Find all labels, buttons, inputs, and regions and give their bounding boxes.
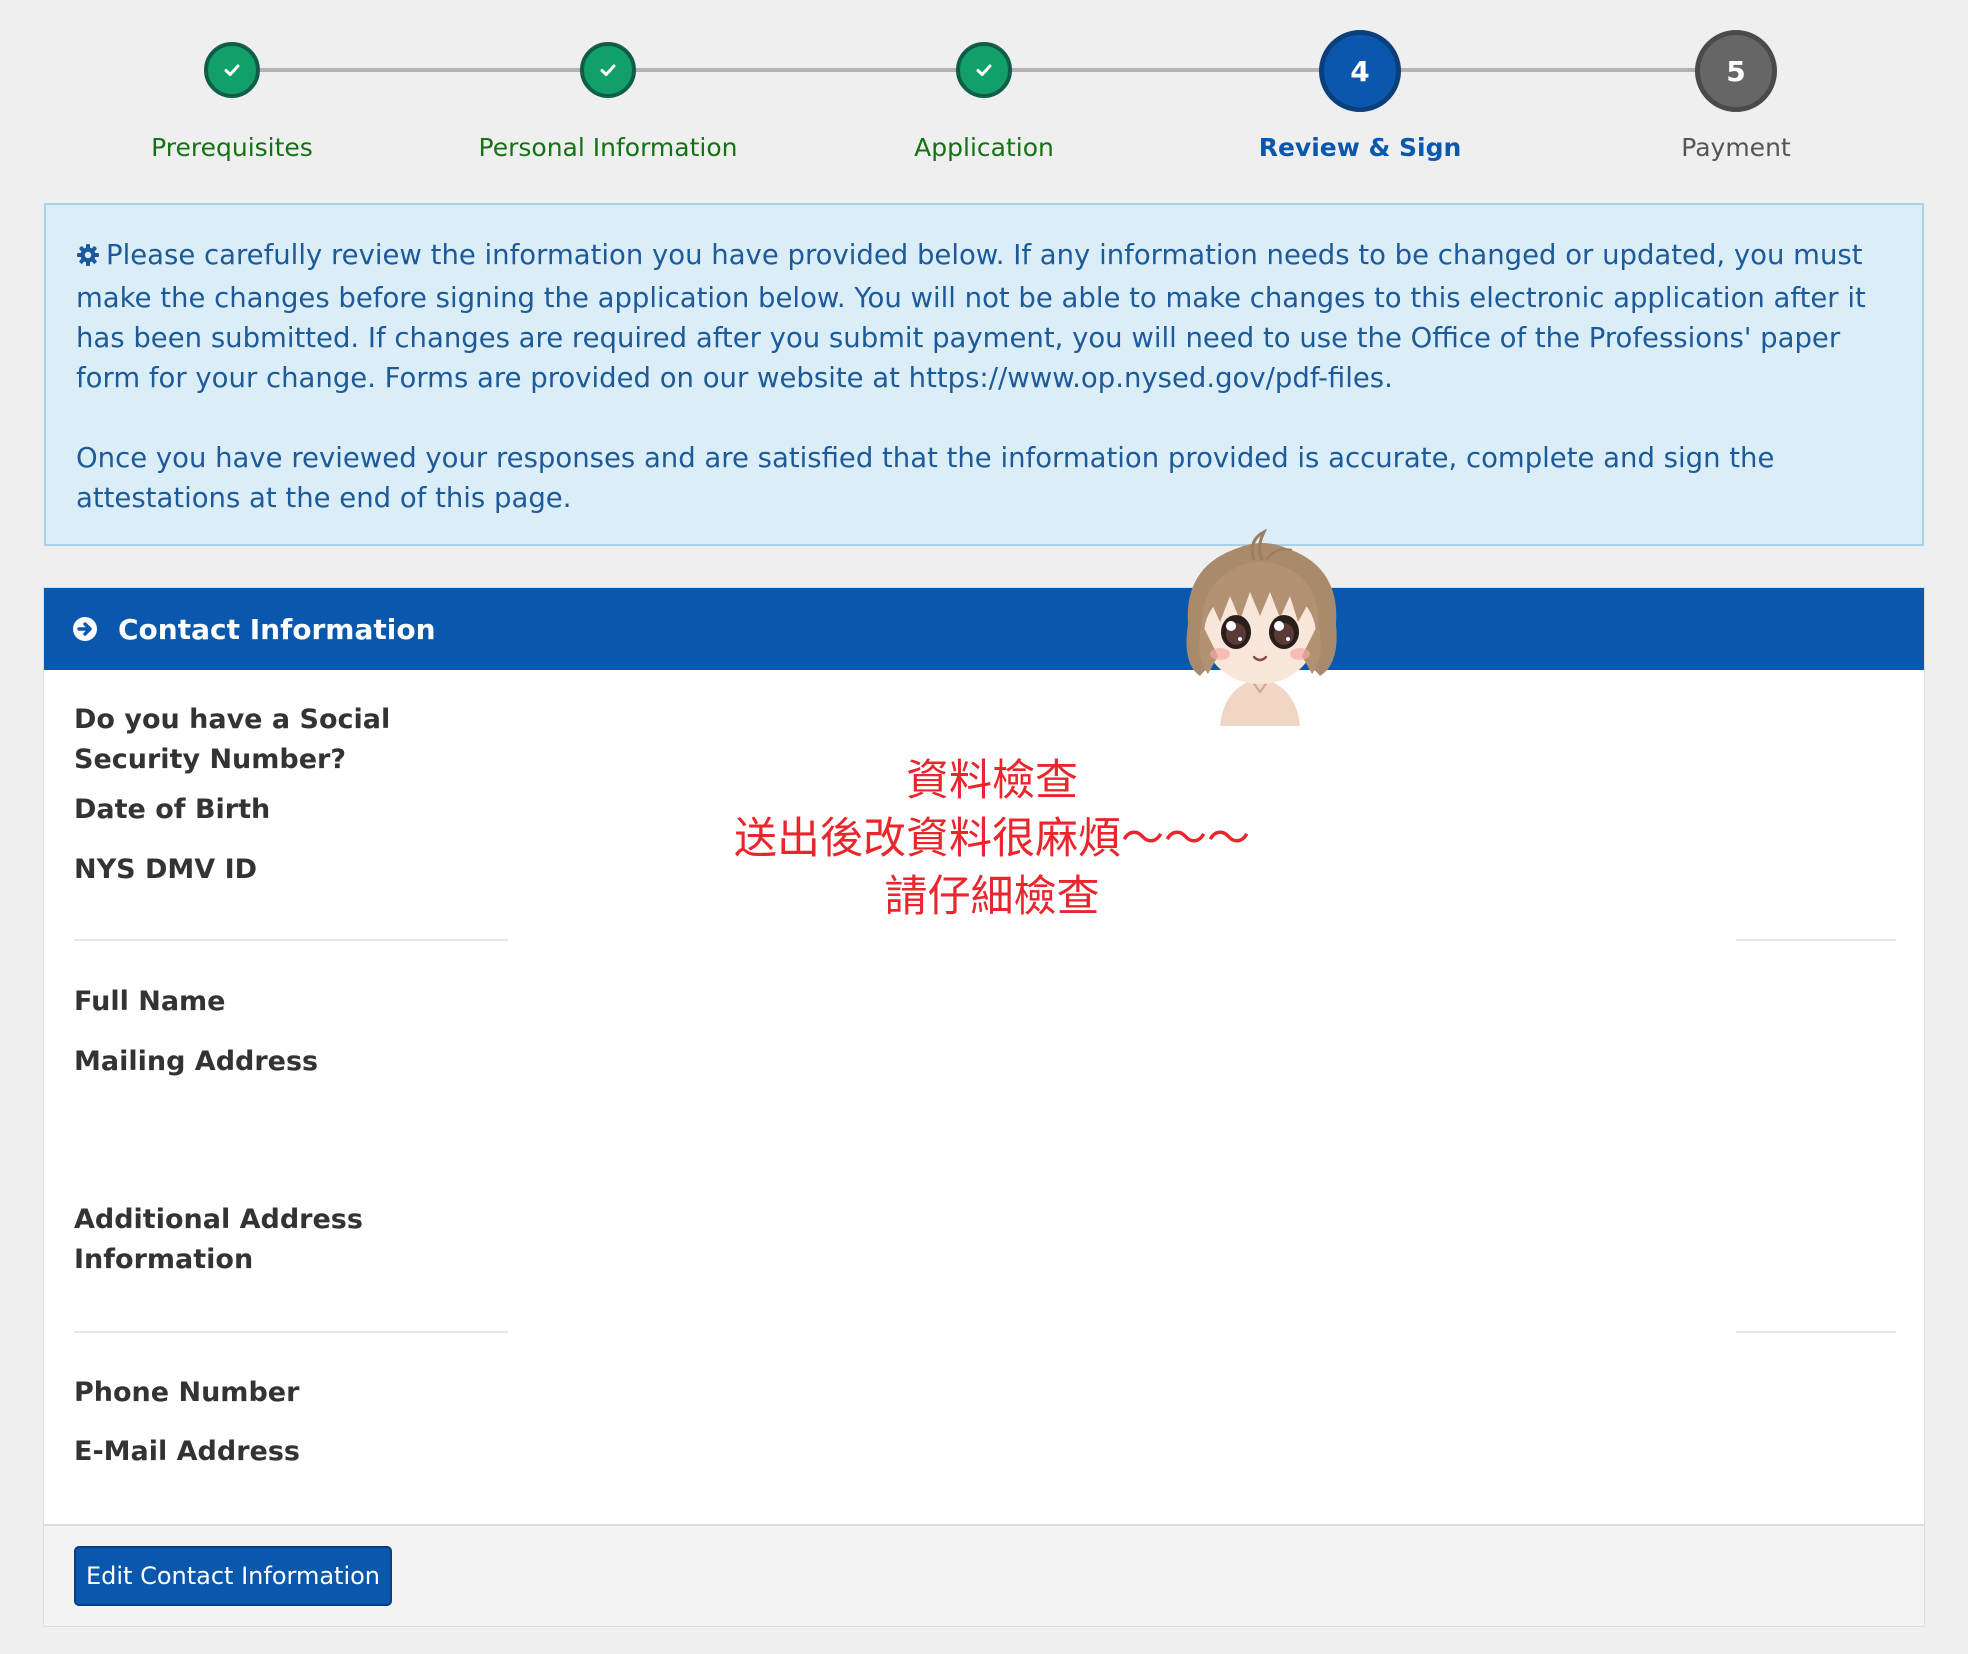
annotation-line-1: 資料檢查 <box>906 756 1078 806</box>
step-label: Payment <box>1681 133 1791 162</box>
progress-stepper: Prerequisites Personal Information Appli… <box>44 0 1924 190</box>
edit-contact-information-button[interactable]: Edit Contact Information <box>74 1546 392 1606</box>
step-label: Application <box>914 133 1054 162</box>
dob-label: Date of Birth <box>74 794 271 825</box>
check-icon <box>600 64 616 76</box>
annotation-line-2: 送出後改資料很麻煩～～～ <box>734 814 1250 864</box>
notice-paragraph-2: Once you have reviewed your responses an… <box>76 442 1775 514</box>
handwritten-annotation: 資料檢查 送出後改資料很麻煩～～～ 請仔細檢查 <box>700 752 1284 926</box>
gear-icon <box>76 238 100 278</box>
step-label: Prerequisites <box>151 133 313 162</box>
panel-header[interactable]: Contact Information <box>44 588 1924 670</box>
notice-text-1: Please carefully review the information … <box>76 239 1866 394</box>
step-complete-marker <box>956 42 1012 98</box>
step-label: Personal Information <box>478 133 738 162</box>
chibi-girl-sticker <box>1158 526 1362 726</box>
email-address-label: E-Mail Address <box>74 1436 300 1467</box>
step-number-badge: 4 <box>1319 30 1401 112</box>
additional-address-label: Additional Address Information <box>74 1204 363 1275</box>
dmv-id-label: NYS DMV ID <box>74 854 258 885</box>
step-complete-marker <box>204 42 260 98</box>
check-icon <box>976 64 992 76</box>
step-number-badge: 5 <box>1695 30 1777 112</box>
step-label: Review & Sign <box>1258 133 1462 162</box>
full-name-label: Full Name <box>74 986 226 1017</box>
circle-arrow-right-icon <box>72 616 98 642</box>
section-divider <box>1736 1331 1896 1333</box>
notice-paragraph-1: Please carefully review the information … <box>76 235 1890 398</box>
step-complete-marker <box>580 42 636 98</box>
check-icon <box>224 64 240 76</box>
contact-information-panel: Contact Information Do you have a Social… <box>43 587 1925 1627</box>
panel-title: Contact Information <box>118 612 436 646</box>
panel-footer: Edit Contact Information <box>44 1524 1924 1626</box>
annotation-line-3: 請仔細檢查 <box>884 872 1100 922</box>
section-divider <box>74 939 508 941</box>
ssn-label: Do you have a Social Security Number? <box>74 704 391 775</box>
phone-number-label: Phone Number <box>74 1377 300 1408</box>
section-divider <box>74 1331 508 1333</box>
review-notice: Please carefully review the information … <box>44 203 1924 546</box>
section-divider <box>1736 939 1896 941</box>
mailing-address-label: Mailing Address <box>74 1046 319 1077</box>
